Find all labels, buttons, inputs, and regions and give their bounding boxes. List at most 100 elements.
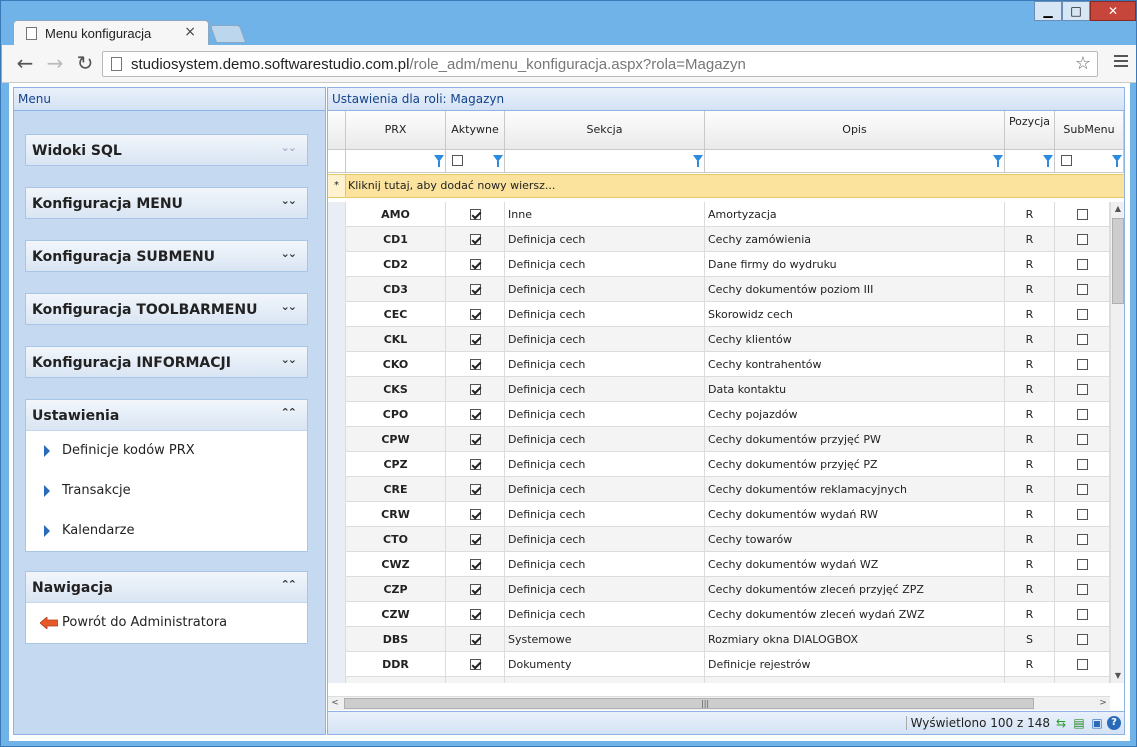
url-text[interactable]: studiosystem.demo.softwarestudio.com.pl/… xyxy=(131,56,746,73)
row-selector[interactable] xyxy=(328,227,346,252)
chevron-up-icon[interactable]: ⌃⌃ xyxy=(281,578,298,591)
maximize-button[interactable]: □ xyxy=(1062,1,1090,21)
horizontal-scrollbar[interactable]: < ||| > xyxy=(328,696,1110,710)
table-row[interactable]: CZP Definicja cech Cechy dokumentów zleceń… xyxy=(328,577,1110,602)
aktywne-checkbox[interactable] xyxy=(470,359,481,370)
table-row[interactable]: CPW Definicja cech Cechy dokumentów przyję… xyxy=(328,427,1110,452)
table-row[interactable]: DDZ KartotekiDziałyR xyxy=(328,677,1110,683)
vertical-scrollbar[interactable]: ▲ ▼ xyxy=(1110,202,1124,683)
filter-checkbox[interactable] xyxy=(1061,155,1072,166)
row-selector[interactable] xyxy=(328,627,346,652)
row-selector[interactable] xyxy=(328,552,346,577)
submenu-checkbox[interactable] xyxy=(1077,559,1088,570)
aktywne-checkbox[interactable] xyxy=(470,384,481,395)
browser-menu-icon[interactable] xyxy=(1114,55,1128,70)
column-header-sekcja[interactable]: Sekcja xyxy=(505,111,705,150)
submenu-checkbox[interactable] xyxy=(1077,659,1088,670)
row-selector[interactable] xyxy=(328,427,346,452)
submenu-checkbox[interactable] xyxy=(1077,359,1088,370)
table-row[interactable]: CD1 Definicja cech Cechy zamówienia R xyxy=(328,227,1110,252)
add-new-row[interactable]: * Kliknij tutaj, aby dodać nowy wiersz..… xyxy=(328,174,1124,198)
submenu-checkbox[interactable] xyxy=(1077,434,1088,445)
table-row[interactable]: AMO Inne Amortyzacja R xyxy=(328,202,1110,227)
aktywne-checkbox[interactable] xyxy=(470,609,481,620)
row-selector[interactable] xyxy=(328,677,346,683)
aktywne-checkbox[interactable] xyxy=(470,484,481,495)
submenu-checkbox[interactable] xyxy=(1077,534,1088,545)
section-konfiguracja-menu[interactable]: Konfiguracja MENU ⌄⌄ xyxy=(25,187,308,219)
table-row[interactable]: CRW Definicja cech Cechy dokumentów wydań … xyxy=(328,502,1110,527)
menu-item-powrot-do-administratora[interactable]: Powrót do Administratora xyxy=(26,603,307,643)
table-row[interactable]: CRE Definicja cech Cechy dokumentów reklam… xyxy=(328,477,1110,502)
row-selector[interactable] xyxy=(328,302,346,327)
aktywne-checkbox[interactable] xyxy=(470,284,481,295)
submenu-checkbox[interactable] xyxy=(1077,309,1088,320)
scroll-down-icon[interactable]: ▼ xyxy=(1111,669,1125,683)
row-selector[interactable] xyxy=(328,252,346,277)
aktywne-checkbox[interactable] xyxy=(470,259,481,270)
aktywne-checkbox[interactable] xyxy=(470,459,481,470)
column-header-prx[interactable]: PRX xyxy=(346,111,446,150)
row-selector[interactable] xyxy=(328,327,346,352)
filter-submenu[interactable] xyxy=(1055,150,1124,173)
column-header-submenu[interactable]: SubMenu xyxy=(1055,111,1124,150)
submenu-checkbox[interactable] xyxy=(1077,409,1088,420)
column-header-opis[interactable]: Opis xyxy=(705,111,1005,150)
row-selector[interactable] xyxy=(328,377,346,402)
chevron-up-icon[interactable]: ⌃⌃ xyxy=(281,406,298,419)
table-row[interactable]: CZW Definicja cech Cechy dokumentów zleceń… xyxy=(328,602,1110,627)
aktywne-checkbox[interactable] xyxy=(470,659,481,670)
aktywne-checkbox[interactable] xyxy=(470,534,481,545)
aktywne-checkbox[interactable] xyxy=(470,409,481,420)
table-row[interactable]: CPO Definicja cech Cechy pojazdów R xyxy=(328,402,1110,427)
row-selector[interactable] xyxy=(328,452,346,477)
table-row[interactable]: CD2 Definicja cech Dane firmy do wydruku R xyxy=(328,252,1110,277)
close-window-button[interactable]: ✕ xyxy=(1090,1,1136,21)
chevron-down-icon[interactable]: ⌄⌄ xyxy=(281,300,298,313)
filter-icon[interactable] xyxy=(434,155,444,167)
aktywne-checkbox[interactable] xyxy=(470,509,481,520)
scroll-thumb[interactable]: ||| xyxy=(344,698,1034,709)
row-selector[interactable] xyxy=(328,352,346,377)
submenu-checkbox[interactable] xyxy=(1077,334,1088,345)
row-selector[interactable] xyxy=(328,277,346,302)
filter-icon[interactable] xyxy=(693,155,703,167)
back-arrow-icon[interactable]: ← xyxy=(14,53,36,73)
table-row[interactable]: DDR Dokumenty Definicje rejestrów R xyxy=(328,652,1110,677)
submenu-checkbox[interactable] xyxy=(1077,284,1088,295)
scroll-thumb[interactable] xyxy=(1112,218,1124,304)
section-konfiguracja-toolbarmenu[interactable]: Konfiguracja TOOLBARMENU ⌄⌄ xyxy=(25,293,308,325)
scroll-left-icon[interactable]: < xyxy=(328,697,342,711)
scroll-up-icon[interactable]: ▲ xyxy=(1111,202,1125,216)
row-selector[interactable] xyxy=(328,602,346,627)
filter-prx[interactable] xyxy=(346,150,446,173)
export-icon[interactable]: ▤ xyxy=(1072,716,1086,730)
aktywne-checkbox[interactable] xyxy=(470,559,481,570)
filter-aktywne[interactable] xyxy=(446,150,505,173)
scroll-right-icon[interactable]: > xyxy=(1096,697,1110,711)
filter-pozycja[interactable] xyxy=(1005,150,1055,173)
table-row[interactable]: CPZ Definicja cech Cechy dokumentów przyję… xyxy=(328,452,1110,477)
new-tab-button[interactable] xyxy=(209,25,247,43)
column-header-pozycja[interactable]: Pozycja xyxy=(1005,111,1055,150)
menu-item-definicje-kodow-prx[interactable]: Definicje kodów PRX xyxy=(26,431,307,471)
chevron-down-icon[interactable]: ⌄⌄ xyxy=(281,194,298,207)
chevron-down-icon[interactable]: ⌄⌄ xyxy=(281,353,298,366)
browser-tab[interactable]: Menu konfiguracja × xyxy=(13,20,209,46)
aktywne-checkbox[interactable] xyxy=(470,209,481,220)
refresh-icon[interactable]: ⇆ xyxy=(1054,716,1068,730)
tab-close-icon[interactable]: × xyxy=(184,24,196,40)
submenu-checkbox[interactable] xyxy=(1077,209,1088,220)
aktywne-checkbox[interactable] xyxy=(470,584,481,595)
menu-item-kalendarze[interactable]: Kalendarze xyxy=(26,511,307,551)
reload-icon[interactable]: ↻ xyxy=(74,53,96,73)
filter-checkbox[interactable] xyxy=(452,155,463,166)
section-konfiguracja-submenu[interactable]: Konfiguracja SUBMENU ⌄⌄ xyxy=(25,240,308,272)
section-konfiguracja-informacji[interactable]: Konfiguracja INFORMACJI ⌄⌄ xyxy=(25,346,308,378)
row-selector[interactable] xyxy=(328,202,346,227)
row-selector[interactable] xyxy=(328,477,346,502)
menu-item-transakcje[interactable]: Transakcje xyxy=(26,471,307,511)
submenu-checkbox[interactable] xyxy=(1077,384,1088,395)
table-row[interactable]: CKO Definicja cech Cechy kontrahentów R xyxy=(328,352,1110,377)
filter-icon[interactable] xyxy=(1043,155,1053,167)
